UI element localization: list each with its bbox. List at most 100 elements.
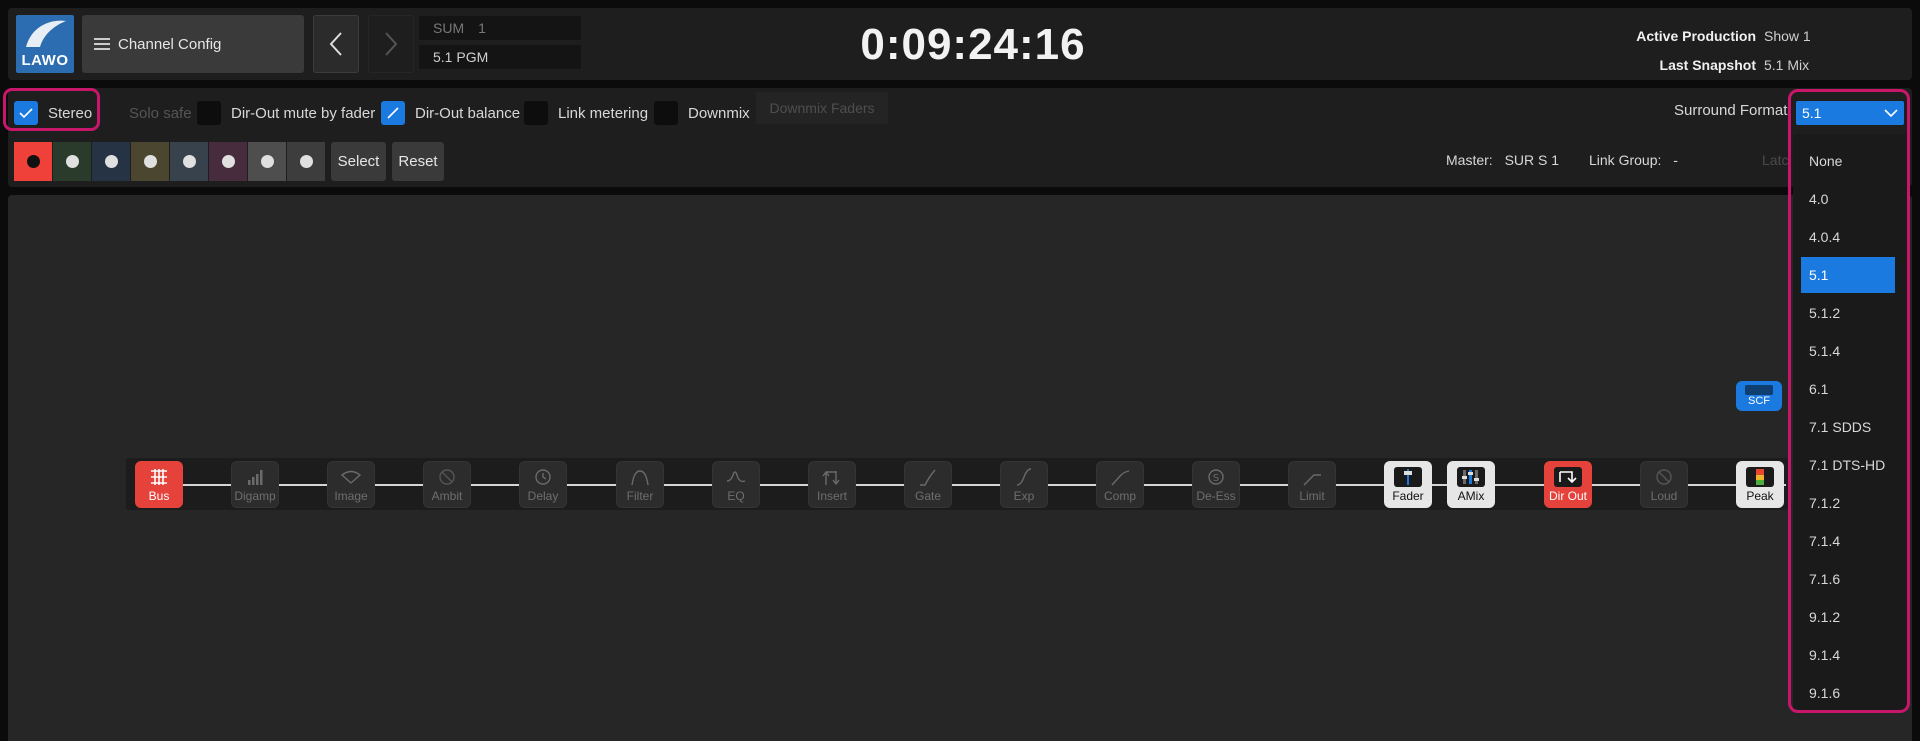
dsp-module-eq[interactable]: EQ bbox=[712, 461, 760, 508]
dirout-icon bbox=[1554, 467, 1582, 487]
eq-icon bbox=[725, 467, 747, 487]
link-group-info: Link Group: - bbox=[1589, 152, 1678, 168]
dsp-module-label: Insert bbox=[816, 489, 847, 503]
select-button[interactable]: Select bbox=[331, 142, 386, 181]
swatch-dot-icon bbox=[182, 155, 196, 168]
downmix-faders-button: Downmix Faders bbox=[756, 92, 888, 124]
dsp-module-delay[interactable]: Delay bbox=[519, 461, 567, 508]
stereo-highlight-outline bbox=[3, 88, 100, 131]
svg-text:S: S bbox=[1213, 473, 1219, 484]
hamburger-icon bbox=[94, 38, 110, 50]
dsp-module-label: Comp bbox=[1103, 489, 1136, 503]
dsp-module-label: Peak bbox=[1746, 489, 1774, 503]
swatch-dot-icon bbox=[299, 155, 313, 168]
dsp-module-label: Filter bbox=[626, 489, 654, 503]
chevron-left-icon bbox=[329, 32, 342, 56]
link-group-label: Link Group: bbox=[1589, 152, 1662, 168]
chevron-right-icon bbox=[385, 32, 398, 56]
disabled-icon bbox=[1653, 467, 1675, 487]
dsp-module-label: Digamp bbox=[234, 489, 276, 503]
downmix-checkbox[interactable] bbox=[654, 101, 678, 125]
last-snapshot-label: Last Snapshot bbox=[1659, 57, 1756, 73]
master-info: Master: SUR S 1 bbox=[1446, 152, 1559, 168]
swatch-dot-icon bbox=[104, 155, 118, 168]
dsp-module-image[interactable]: Image bbox=[327, 461, 375, 508]
bus-icon bbox=[148, 467, 170, 487]
dsp-module-label: Fader bbox=[1392, 489, 1424, 503]
dsp-module-label: Loud bbox=[1650, 489, 1678, 503]
dsp-module-gate[interactable]: Gate bbox=[904, 461, 952, 508]
scf-label: SCF bbox=[1748, 395, 1770, 407]
channel-name: 5.1 PGM bbox=[433, 49, 489, 65]
master-value: SUR S 1 bbox=[1504, 152, 1560, 168]
color-swatch-group bbox=[14, 142, 326, 181]
dsp-module-insert[interactable]: Insert bbox=[808, 461, 856, 508]
channel-config-menu-button[interactable]: Channel Config bbox=[82, 15, 304, 73]
dsp-module-label: Delay bbox=[527, 489, 559, 503]
dsp-module-loud[interactable]: Loud bbox=[1640, 461, 1688, 508]
surround-format-label: Surround Format: bbox=[1674, 102, 1792, 119]
downmix-option[interactable]: Downmix bbox=[654, 101, 750, 125]
dsp-module-peak[interactable]: Peak bbox=[1736, 461, 1784, 508]
logo-arc-icon bbox=[26, 20, 66, 47]
color-swatch[interactable] bbox=[248, 142, 287, 181]
dsp-chain-line bbox=[150, 484, 1786, 486]
next-channel-button[interactable] bbox=[368, 15, 414, 73]
dsp-module-digamp[interactable]: Digamp bbox=[231, 461, 279, 508]
dsp-module-dir-out[interactable]: Dir Out bbox=[1544, 461, 1592, 508]
filter-icon bbox=[629, 467, 651, 487]
dsp-module-ambit[interactable]: Ambit bbox=[423, 461, 471, 508]
dsp-module-label: Ambit bbox=[431, 489, 463, 503]
bars-icon bbox=[244, 467, 266, 487]
dsp-module-amix[interactable]: AMix bbox=[1447, 461, 1495, 508]
last-snapshot: Last Snapshot 5.1 Mix bbox=[1660, 57, 1814, 73]
color-swatch[interactable] bbox=[287, 142, 326, 181]
channel-name-field: 5.1 PGM bbox=[419, 45, 581, 69]
dsp-module-exp[interactable]: Exp bbox=[1000, 461, 1048, 508]
scf-icon bbox=[1745, 385, 1773, 395]
dsp-module-fader[interactable]: Fader bbox=[1384, 461, 1432, 508]
lawo-logo: LAWO bbox=[16, 15, 74, 73]
dsp-module-comp[interactable]: Comp bbox=[1096, 461, 1144, 508]
dsp-module-filter[interactable]: Filter bbox=[616, 461, 664, 508]
color-swatch[interactable] bbox=[170, 142, 209, 181]
image-icon bbox=[340, 467, 362, 487]
dsp-module-label: Bus bbox=[148, 489, 170, 503]
master-label: Master: bbox=[1446, 152, 1493, 168]
logo-text: LAWO bbox=[21, 52, 69, 69]
color-swatch[interactable] bbox=[131, 142, 170, 181]
color-swatch[interactable] bbox=[53, 142, 92, 181]
menu-label: Channel Config bbox=[118, 35, 222, 53]
reset-button[interactable]: Reset bbox=[392, 142, 444, 181]
dsp-module-label: Limit bbox=[1299, 489, 1325, 503]
active-production-label: Active Production bbox=[1636, 28, 1756, 44]
dsp-module-bus[interactable]: Bus bbox=[135, 461, 183, 508]
dsp-module-label: Image bbox=[334, 489, 368, 503]
swatch-dot-icon bbox=[26, 155, 40, 168]
downmix-label: Downmix bbox=[688, 104, 750, 122]
link-metering-option[interactable]: Link metering bbox=[524, 101, 648, 125]
dsp-module-de-ess[interactable]: S De-Ess bbox=[1192, 461, 1240, 508]
color-swatch[interactable] bbox=[92, 142, 131, 181]
dir-out-balance-checkbox[interactable] bbox=[381, 101, 405, 125]
last-snapshot-value: 5.1 Mix bbox=[1764, 57, 1810, 73]
insert-icon bbox=[821, 467, 843, 487]
color-swatch[interactable] bbox=[209, 142, 248, 181]
dir-out-mute-option[interactable]: Dir-Out mute by fader bbox=[197, 101, 375, 125]
active-production: Active Production Show 1 bbox=[1636, 28, 1814, 44]
comp-icon bbox=[1109, 467, 1131, 487]
color-swatch[interactable] bbox=[14, 142, 53, 181]
link-metering-checkbox[interactable] bbox=[524, 101, 548, 125]
disabled-icon bbox=[436, 467, 458, 487]
dir-out-balance-option[interactable]: Dir-Out balance bbox=[381, 101, 520, 125]
swatch-dot-icon bbox=[143, 155, 157, 168]
dsp-module-limit[interactable]: Limit bbox=[1288, 461, 1336, 508]
dir-out-mute-checkbox[interactable] bbox=[197, 101, 221, 125]
latch-label: Latc bbox=[1762, 152, 1789, 168]
clock-icon bbox=[532, 467, 554, 487]
scf-module[interactable]: SCF bbox=[1736, 381, 1782, 411]
header-bar: LAWO Channel Config SUM 1 5.1 PGM 0:09:2… bbox=[8, 8, 1912, 80]
dsp-module-label: Gate bbox=[914, 489, 941, 503]
previous-channel-button[interactable] bbox=[313, 15, 359, 73]
dsp-module-label: De-Ess bbox=[1196, 489, 1236, 503]
